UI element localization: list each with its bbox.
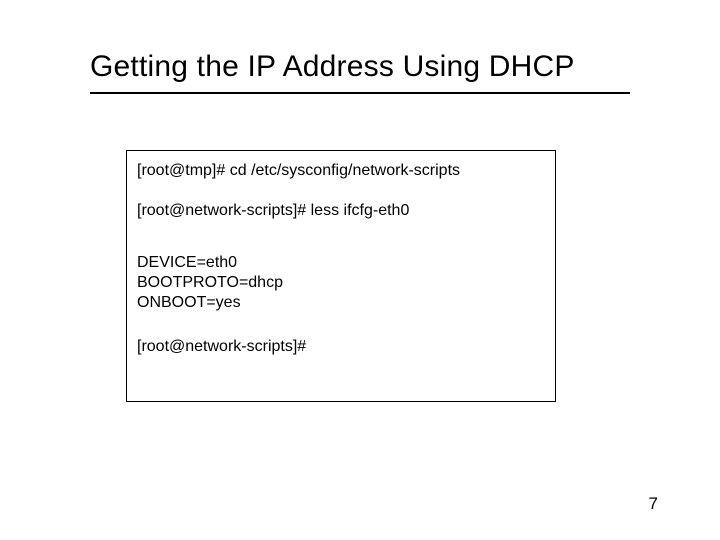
config-line: DEVICE=eth0: [137, 253, 545, 273]
config-line: BOOTPROTO=dhcp: [137, 273, 545, 293]
terminal-line: [root@network-scripts]# less ifcfg-eth0: [137, 201, 545, 221]
slide: Getting the IP Address Using DHCP [root@…: [0, 0, 720, 540]
title-underline: [90, 92, 630, 94]
slide-title: Getting the IP Address Using DHCP: [90, 50, 575, 84]
terminal-line: [root@tmp]# cd /etc/sysconfig/network-sc…: [137, 161, 545, 181]
terminal-output-box: [root@tmp]# cd /etc/sysconfig/network-sc…: [126, 150, 556, 402]
spacer: [137, 313, 545, 337]
terminal-line: [root@network-scripts]#: [137, 337, 545, 357]
spacer: [137, 181, 545, 201]
spacer: [137, 221, 545, 253]
config-line: ONBOOT=yes: [137, 293, 545, 313]
page-number: 7: [649, 494, 658, 514]
